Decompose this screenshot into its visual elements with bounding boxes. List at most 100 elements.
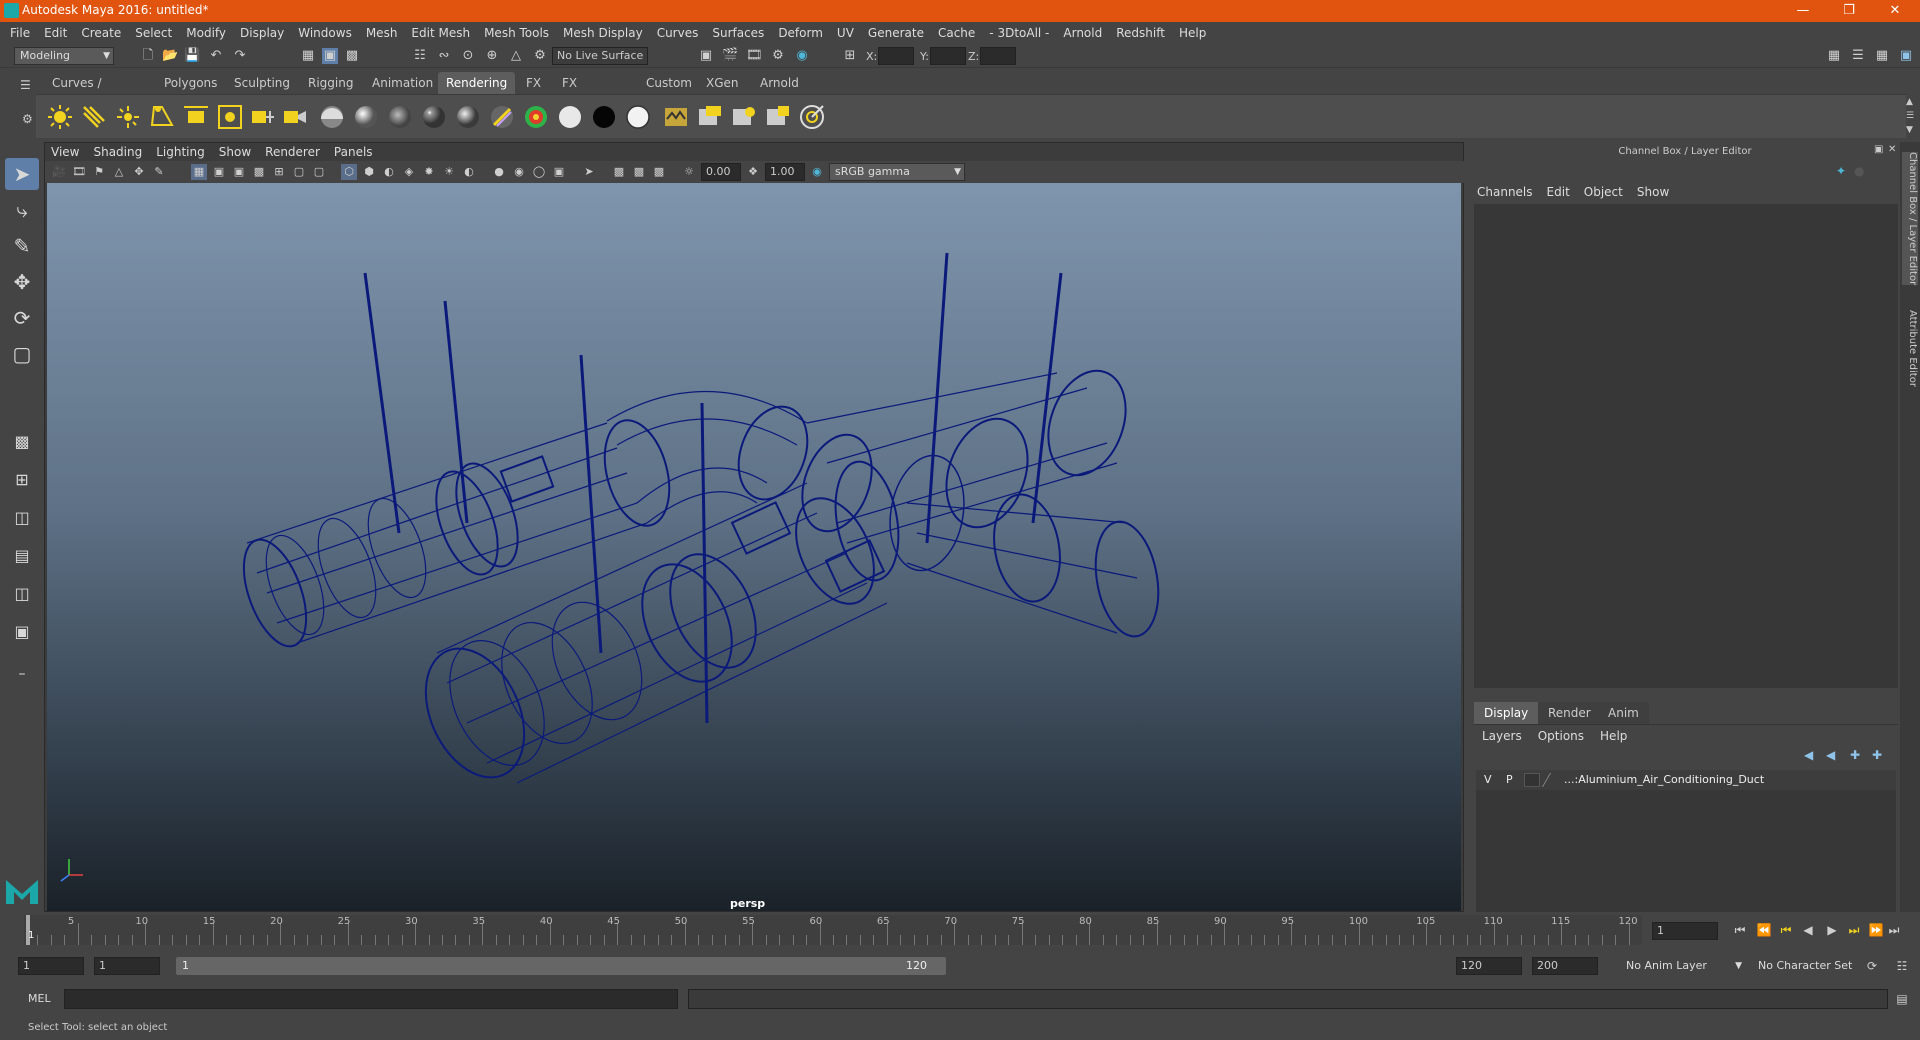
script-editor-icon[interactable]: ▤ (1894, 991, 1910, 1007)
move-layer-up-icon[interactable]: ◀ (1804, 748, 1813, 762)
tab-fx-caching[interactable]: FX Caching (554, 72, 619, 112)
2d-pan-zoom-icon[interactable]: ✥ (131, 164, 147, 180)
new-layer-selected-icon[interactable]: ✚ (1872, 748, 1882, 762)
tab-rigging[interactable]: Rigging (300, 72, 361, 94)
use-background-shader-icon[interactable] (624, 103, 652, 131)
white-shader-icon[interactable] (556, 103, 584, 131)
anim-layer-dropdown[interactable]: No Anim Layer ▼ (1620, 957, 1746, 975)
step-back-icon[interactable]: ⏪ (1756, 922, 1772, 938)
step-back-key-icon[interactable]: ⏮ (1778, 922, 1794, 938)
save-scene-icon[interactable]: 💾 (184, 48, 200, 64)
tab-anim[interactable]: Anim (1598, 702, 1649, 724)
layer-name[interactable]: ...:Aluminium_Air_Conditioning_Duct (1564, 773, 1764, 786)
animation-end-field[interactable]: 200 (1532, 957, 1598, 975)
persp-graph-layout-icon[interactable]: ◫ (5, 578, 39, 610)
persp-outliner-layout-icon[interactable]: ▤ (5, 540, 39, 572)
gate-mask-icon[interactable]: ▩ (251, 164, 267, 180)
black-shader-icon[interactable] (590, 103, 618, 131)
gamma-field[interactable]: 1.00 (765, 163, 805, 181)
ramp-shader-icon[interactable] (522, 103, 550, 131)
menu-curves[interactable]: Curves (650, 22, 706, 44)
side-tab-attribute-editor[interactable]: Attribute Editor (1902, 310, 1918, 387)
anti-aliasing-icon[interactable]: ◯ (531, 164, 547, 180)
menu-cache[interactable]: Cache (931, 22, 982, 44)
volume-light-icon[interactable] (216, 103, 244, 131)
time-slider[interactable]: 5 10 15 20 25 30 35 40 45 50 55 60 65 70 75 80 85 90 95 100… (24, 915, 1642, 945)
more-layouts-icon[interactable]: – (5, 658, 39, 690)
snap-point-icon[interactable]: ⊙ (460, 48, 476, 64)
grease-pencil-icon[interactable]: ✎ (151, 164, 167, 180)
select-tool-icon[interactable]: ➤ (5, 158, 39, 190)
camera-icon[interactable] (280, 103, 308, 131)
film-gate-icon[interactable]: ▣ (211, 164, 227, 180)
new-scene-icon[interactable]: 🗋 (140, 48, 156, 64)
viewport-menu-lighting[interactable]: Lighting (149, 143, 212, 161)
gamma-icon[interactable]: ❖ (745, 164, 761, 180)
menu-mesh[interactable]: Mesh (359, 22, 405, 44)
menu-display[interactable]: Display (233, 22, 291, 44)
surface-shader-icon[interactable] (318, 103, 346, 131)
animation-preferences-icon[interactable]: ☷ (1894, 958, 1910, 974)
menu-windows[interactable]: Windows (291, 22, 359, 44)
tab-custom[interactable]: Custom (638, 72, 700, 94)
y-field[interactable] (930, 47, 966, 65)
render-settings-icon[interactable]: ⚙ (770, 48, 786, 64)
new-layer-icon[interactable]: ✚ (1850, 748, 1860, 762)
animation-start-field[interactable]: 1 (18, 957, 84, 975)
layer-playback-toggle[interactable]: P (1506, 773, 1513, 786)
safe-title-icon[interactable]: ▢ (311, 164, 327, 180)
tab-display[interactable]: Display (1474, 702, 1539, 724)
tab-sculpting[interactable]: Sculpting (226, 72, 298, 94)
channel-box-menu-edit[interactable]: Edit (1540, 182, 1577, 202)
bookmark-icon[interactable]: ⚑ (91, 164, 107, 180)
move-tool-icon[interactable]: ✥ (5, 266, 39, 298)
tab-fx[interactable]: FX (518, 72, 549, 94)
exposure-field[interactable]: 0.00 (701, 163, 741, 181)
anisotropic-material-icon[interactable] (488, 103, 516, 131)
shelf-scroll-down-icon[interactable]: ▼ (1906, 125, 1913, 135)
menu-uv[interactable]: UV (830, 22, 861, 44)
snap-view-icon[interactable]: ⊕ (484, 48, 500, 64)
playback-end-field[interactable]: 120 (1456, 957, 1522, 975)
layer-row[interactable]: V P ...:Aluminium_Air_Conditioning_Duct (1476, 770, 1896, 790)
play-backwards-icon[interactable]: ◀ (1800, 922, 1816, 938)
z-field[interactable] (980, 47, 1016, 65)
paint-select-tool-icon[interactable]: ✎ (5, 230, 39, 262)
undo-icon[interactable]: ↶ (208, 48, 224, 64)
render-current-frame-icon[interactable] (696, 103, 724, 131)
menu-mesh-tools[interactable]: Mesh Tools (477, 22, 556, 44)
lasso-tool-icon[interactable]: ⤷ (5, 194, 39, 226)
render-settings-target-icon[interactable] (798, 103, 826, 131)
channel-box-icon[interactable]: ▣ (1898, 48, 1914, 64)
default-material-icon[interactable]: ◐ (381, 164, 397, 180)
shelf-expand-icon[interactable]: ☰ (1906, 111, 1914, 121)
motion-blur-icon[interactable]: ◉ (511, 164, 527, 180)
menu-deform[interactable]: Deform (771, 22, 830, 44)
four-pane-layout-icon[interactable]: ⊞ (5, 464, 39, 496)
blinn-material-icon[interactable] (352, 103, 380, 131)
command-language-label[interactable]: MEL (28, 992, 51, 1005)
shelf-settings-icon[interactable]: ⚙ (22, 112, 33, 126)
select-camera-icon[interactable]: 🎥 (51, 164, 67, 180)
step-forward-icon[interactable]: ⏩ (1868, 922, 1884, 938)
phonge-material-icon[interactable] (454, 103, 482, 131)
select-hierarchy-icon[interactable]: ▦ (300, 48, 316, 64)
menu-edit[interactable]: Edit (37, 22, 74, 44)
menu-surfaces[interactable]: Surfaces (705, 22, 771, 44)
ambient-light-icon[interactable] (46, 103, 74, 131)
viewport-menu-renderer[interactable]: Renderer (258, 143, 327, 161)
x-field[interactable] (878, 47, 914, 65)
tab-animation[interactable]: Animation (364, 72, 441, 94)
channel-box-menu-object[interactable]: Object (1577, 182, 1630, 202)
layer-menu-help[interactable]: Help (1592, 725, 1635, 747)
textured-icon[interactable]: ✸ (421, 164, 437, 180)
transform-field-icon[interactable]: ⊞ (842, 48, 858, 64)
select-object-icon[interactable]: ▣ (322, 48, 338, 64)
viewport-menu-shading[interactable]: Shading (86, 143, 149, 161)
playback-start-field[interactable]: 1 (94, 957, 160, 975)
shadows-icon[interactable]: ◐ (461, 164, 477, 180)
menu-generate[interactable]: Generate (861, 22, 931, 44)
xray-joints-icon[interactable]: ▩ (631, 164, 647, 180)
play-forwards-icon[interactable]: ▶ (1824, 922, 1840, 938)
phong-material-icon[interactable] (420, 103, 448, 131)
